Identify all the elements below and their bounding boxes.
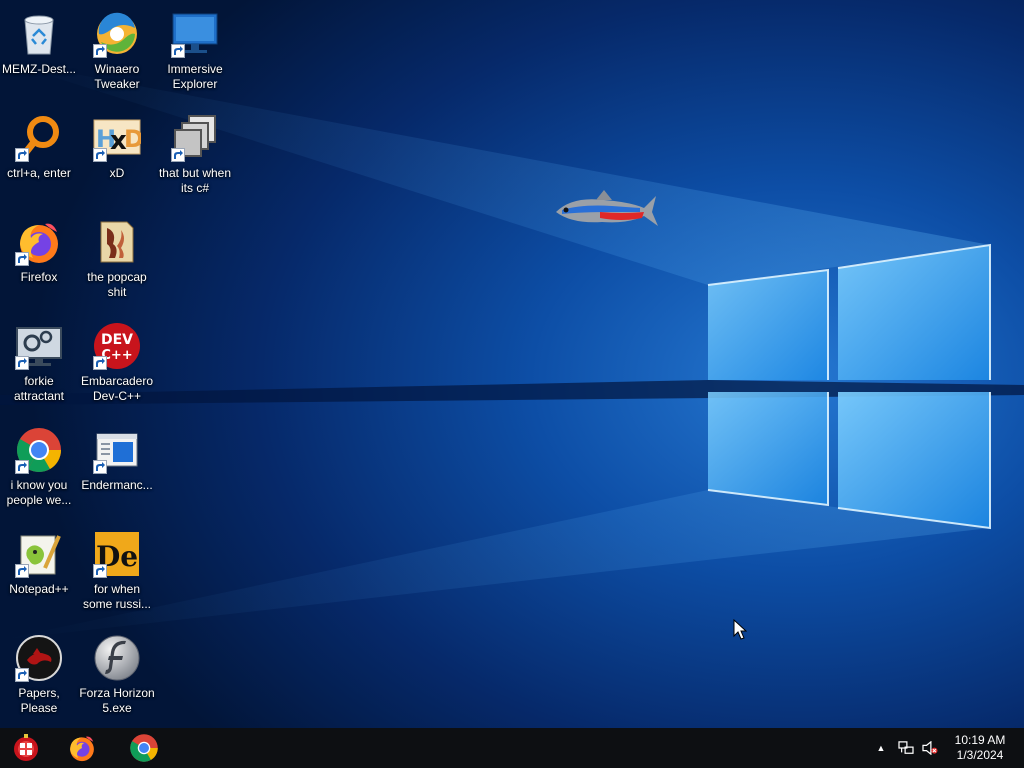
icon-label: Forza Horizon 5.exe [79, 686, 155, 715]
desktop-icon-winaero-tweaker[interactable]: Winaero Tweaker [78, 2, 156, 102]
shortcut-arrow-icon [15, 356, 29, 370]
mouse-cursor-icon [733, 619, 747, 640]
firefox-icon [70, 736, 94, 762]
network-icon [898, 741, 914, 754]
chrome-icon [130, 734, 158, 762]
icon-label: Firefox [20, 270, 58, 284]
desktop-icon-popcap[interactable]: the popcap shit [78, 210, 156, 310]
taskbar-clock[interactable]: 10:19 AM 1/3/2024 [950, 733, 1010, 763]
shortcut-arrow-icon [93, 460, 107, 474]
clock-time: 10:19 AM [954, 733, 1006, 747]
fish-icon[interactable] [552, 186, 660, 234]
svg-text:D: D [124, 125, 141, 153]
clock-date: 1/3/2024 [956, 748, 1004, 762]
icon-label: MEMZ-Dest... [2, 62, 76, 76]
shortcut-arrow-icon [171, 148, 185, 162]
desktop-icon-firefox[interactable]: Firefox [0, 210, 78, 310]
desktop-icon-xd[interactable]: H x D xD [78, 106, 156, 206]
icon-label: Immersive Explorer [167, 62, 223, 91]
shortcut-arrow-icon [15, 252, 29, 266]
volume-muted-icon [922, 741, 938, 755]
shortcut-arrow-icon [15, 148, 29, 162]
taskbar-chrome[interactable] [120, 728, 168, 768]
desktop-icon-memz[interactable]: MEMZ-Dest... [0, 2, 78, 102]
start-orb-icon [14, 734, 38, 761]
recycle-bin-icon [24, 15, 54, 55]
icon-label: i know you people we... [6, 478, 72, 507]
desktop-icon-forza-horizon[interactable]: Forza Horizon 5.exe [78, 626, 156, 726]
icon-label: Notepad++ [9, 582, 69, 596]
desktop-icon-papers-please[interactable]: Papers, Please [0, 626, 78, 726]
shortcut-arrow-icon [15, 460, 29, 474]
dev-logo-text: DEV [101, 332, 133, 348]
icon-label: Papers, Please [18, 686, 60, 715]
icon-label: that but when its c# [158, 166, 232, 195]
taskbar-firefox[interactable] [58, 728, 106, 768]
icon-label: for when some russi... [82, 582, 151, 611]
shortcut-arrow-icon [93, 356, 107, 370]
taskbar-start-button[interactable] [2, 728, 50, 768]
tray-volume-button[interactable] [920, 728, 940, 768]
desktop-icon-that-but-when-its-csharp[interactable]: that but when its c# [156, 106, 234, 206]
desktop-icon-notepadpp[interactable]: Notepad++ [0, 522, 78, 622]
desktop-icon-chrome[interactable]: i know you people we... [0, 418, 78, 518]
shortcut-arrow-icon [15, 668, 29, 682]
popcap-folder-icon [100, 221, 134, 263]
icon-label: Embarcadero Dev-C++ [80, 374, 154, 403]
shortcut-arrow-icon [93, 564, 107, 578]
icon-label: Winaero Tweaker [94, 62, 140, 91]
taskbar: ▲ 10:19 AM 1/3/2024 [0, 728, 1024, 768]
tray-overflow-button[interactable]: ▲ [872, 728, 890, 768]
desktop-icon-dev-cpp[interactable]: DEV C++ Embarcadero Dev-C++ [78, 314, 156, 414]
desktop-icon-ctrl-a-enter[interactable]: ctrl+a, enter [0, 106, 78, 206]
desktop-icon-forkie-attractant[interactable]: forkie attractant [0, 314, 78, 414]
icon-label: the popcap shit [87, 270, 147, 299]
desktop-icon-dependency-walker[interactable]: De for when some russi... [78, 522, 156, 622]
tray-network-button[interactable] [896, 728, 916, 768]
shortcut-arrow-icon [15, 564, 29, 578]
flash-icon [94, 635, 140, 681]
icon-label: Endermanc... [81, 478, 153, 492]
chevron-up-icon: ▲ [876, 743, 886, 753]
desktop-icon-immersive-explorer[interactable]: Immersive Explorer [156, 2, 234, 102]
icon-label: xD [109, 166, 125, 180]
desktop-icon-endermanch[interactable]: Endermanc... [78, 418, 156, 518]
shortcut-arrow-icon [93, 44, 107, 58]
icon-label: ctrl+a, enter [7, 166, 71, 180]
icon-label: forkie attractant [13, 374, 65, 403]
shortcut-arrow-icon [93, 148, 107, 162]
shortcut-arrow-icon [171, 44, 185, 58]
